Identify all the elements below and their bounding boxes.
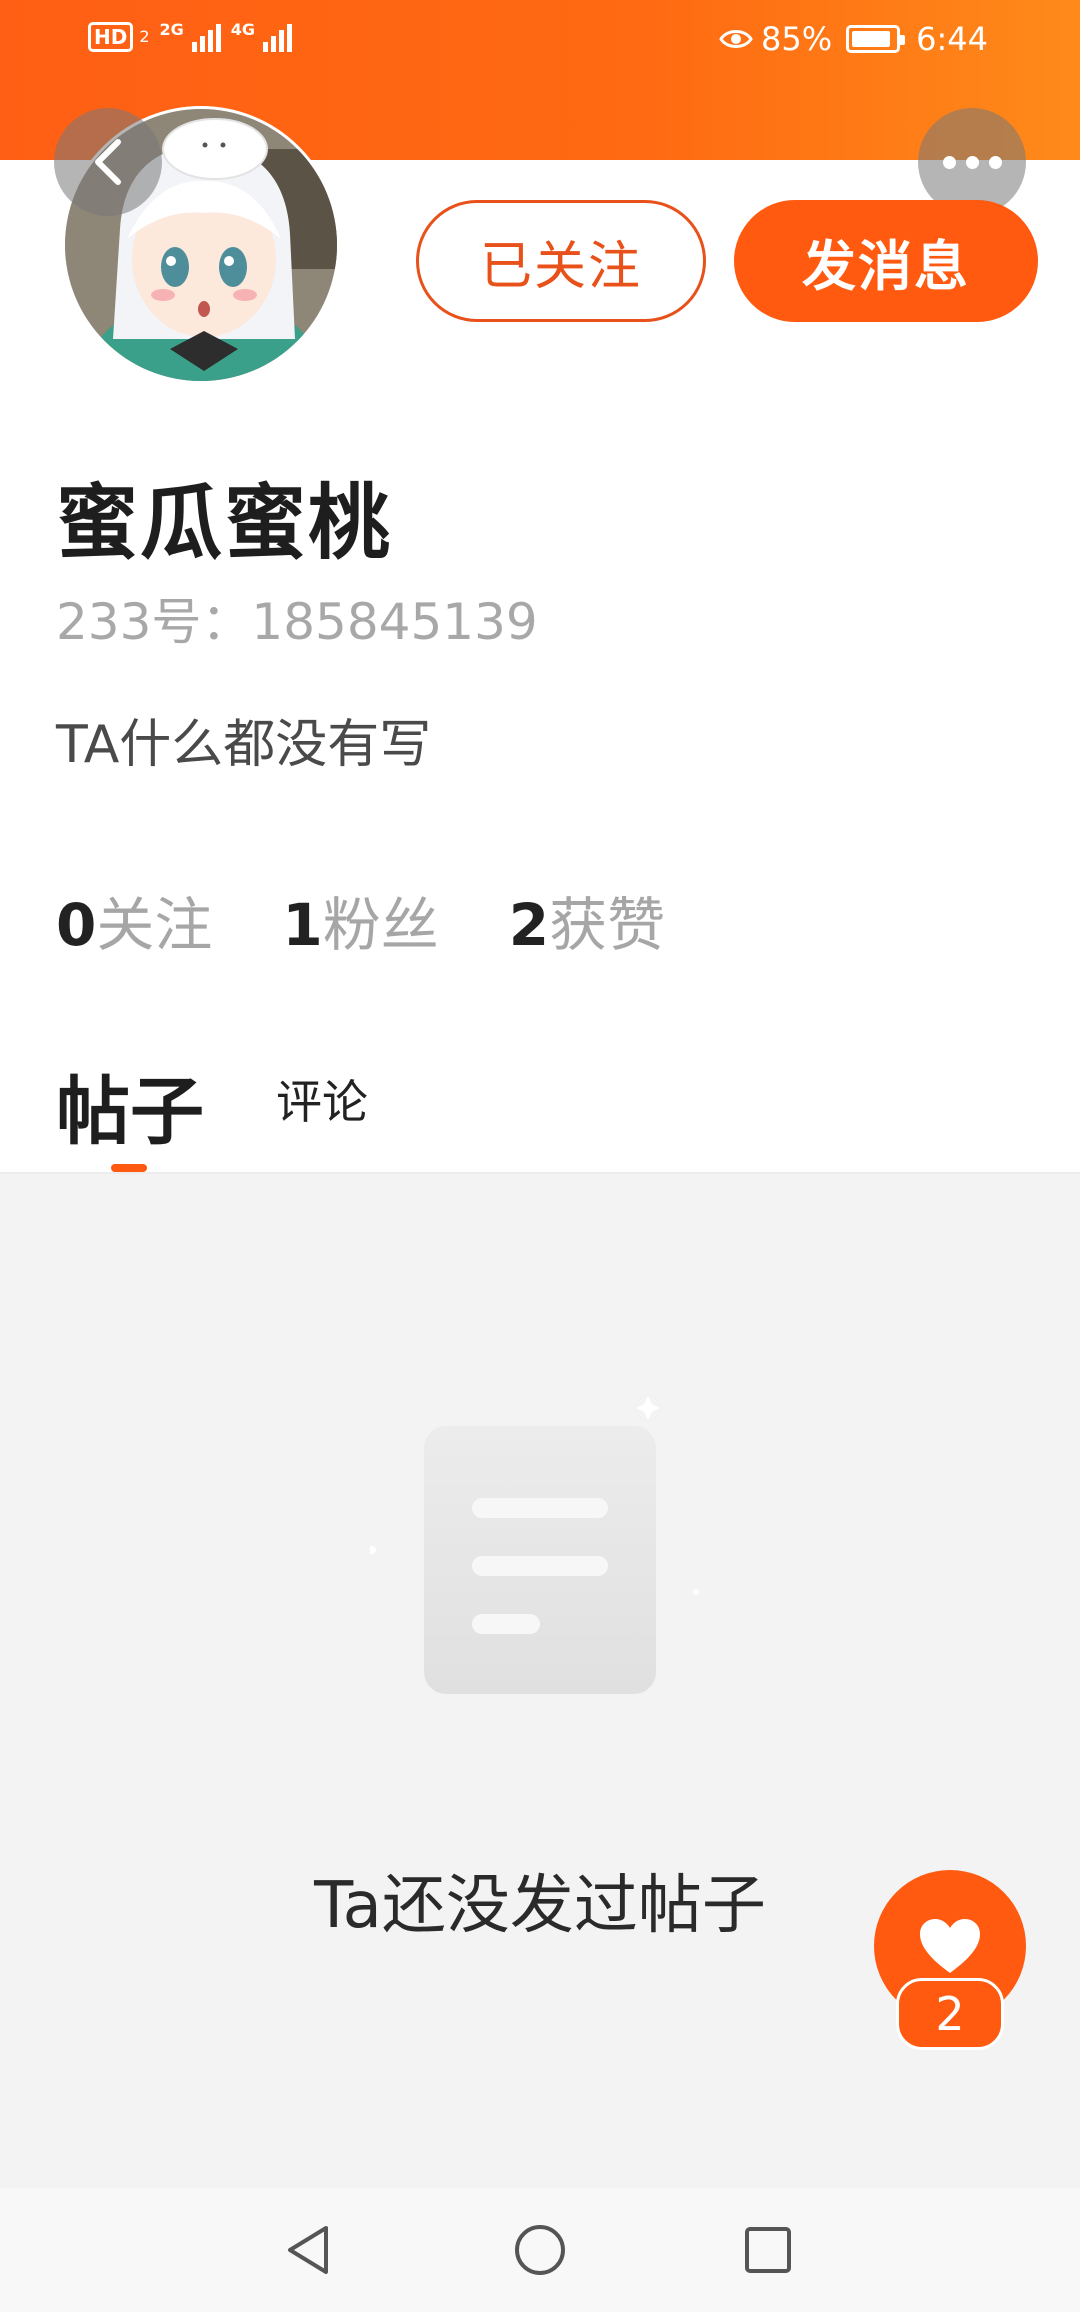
back-button[interactable] xyxy=(54,108,162,216)
profile-stats: 0关注 1粉丝 2获赞 xyxy=(56,878,735,962)
heart-icon xyxy=(920,1919,980,1973)
nav-back-button[interactable] xyxy=(272,2214,344,2286)
stat-label: 关注 xyxy=(96,891,213,959)
signal-icon-2 xyxy=(263,22,293,52)
stat-count: 1 xyxy=(282,891,323,959)
battery-percent: 85% xyxy=(761,20,833,58)
hd-badge: HD xyxy=(88,22,134,52)
active-tab-indicator xyxy=(111,1164,147,1172)
like-count-badge: 2 xyxy=(896,1978,1004,2050)
status-left: HD 2 2G 4G xyxy=(88,20,293,52)
stat-following[interactable]: 0关注 xyxy=(56,878,212,962)
battery-icon xyxy=(846,25,906,53)
status-right: 85% 6:44 xyxy=(719,20,988,58)
status-bar: HD 2 2G 4G 85% 6:44 xyxy=(0,0,1080,80)
tab-posts[interactable]: 帖子 xyxy=(56,1052,204,1159)
tab-comments[interactable]: 评论 xyxy=(276,1066,368,1132)
sim-number: 2 xyxy=(139,27,150,46)
more-horizontal-icon-dot-2 xyxy=(965,155,979,169)
nav-home-button[interactable] xyxy=(504,2214,576,2286)
system-navigation-bar xyxy=(0,2188,1080,2312)
more-horizontal-icon-dot-1 xyxy=(942,155,956,169)
signal-icon xyxy=(191,22,221,52)
clock: 6:44 xyxy=(916,20,988,58)
user-id: 233号：185845139 xyxy=(56,593,538,651)
username: 蜜瓜蜜桃 xyxy=(56,476,393,571)
user-bio: TA什么都没有写 xyxy=(56,715,432,775)
eye-comfort-icon xyxy=(719,30,753,48)
more-horizontal-icon-dot-3 xyxy=(988,155,1002,169)
stat-count: 2 xyxy=(508,891,550,959)
following-button[interactable]: 已关注 xyxy=(416,200,706,322)
network-type-label-2: 4G xyxy=(230,20,256,39)
square-recents-icon xyxy=(745,2227,791,2273)
stat-label: 粉丝 xyxy=(322,891,439,959)
nav-recents-button[interactable] xyxy=(732,2214,804,2286)
stat-likes[interactable]: 2获赞 xyxy=(509,878,665,962)
stat-followers[interactable]: 1粉丝 xyxy=(282,878,438,962)
triangle-back-icon xyxy=(288,2226,328,2274)
network-type-label: 2G xyxy=(159,20,184,39)
stat-count: 0 xyxy=(56,891,97,959)
document-icon xyxy=(370,1396,699,1694)
circle-home-icon xyxy=(515,2225,565,2275)
send-message-button[interactable]: 发消息 xyxy=(734,200,1038,322)
profile-page: HD 2 2G 4G 85% 6:44 已关注 发消息 蜜瓜蜜桃 233号：18… xyxy=(0,0,1080,2312)
chevron-left-icon xyxy=(95,139,121,185)
stat-label: 获赞 xyxy=(549,891,666,959)
